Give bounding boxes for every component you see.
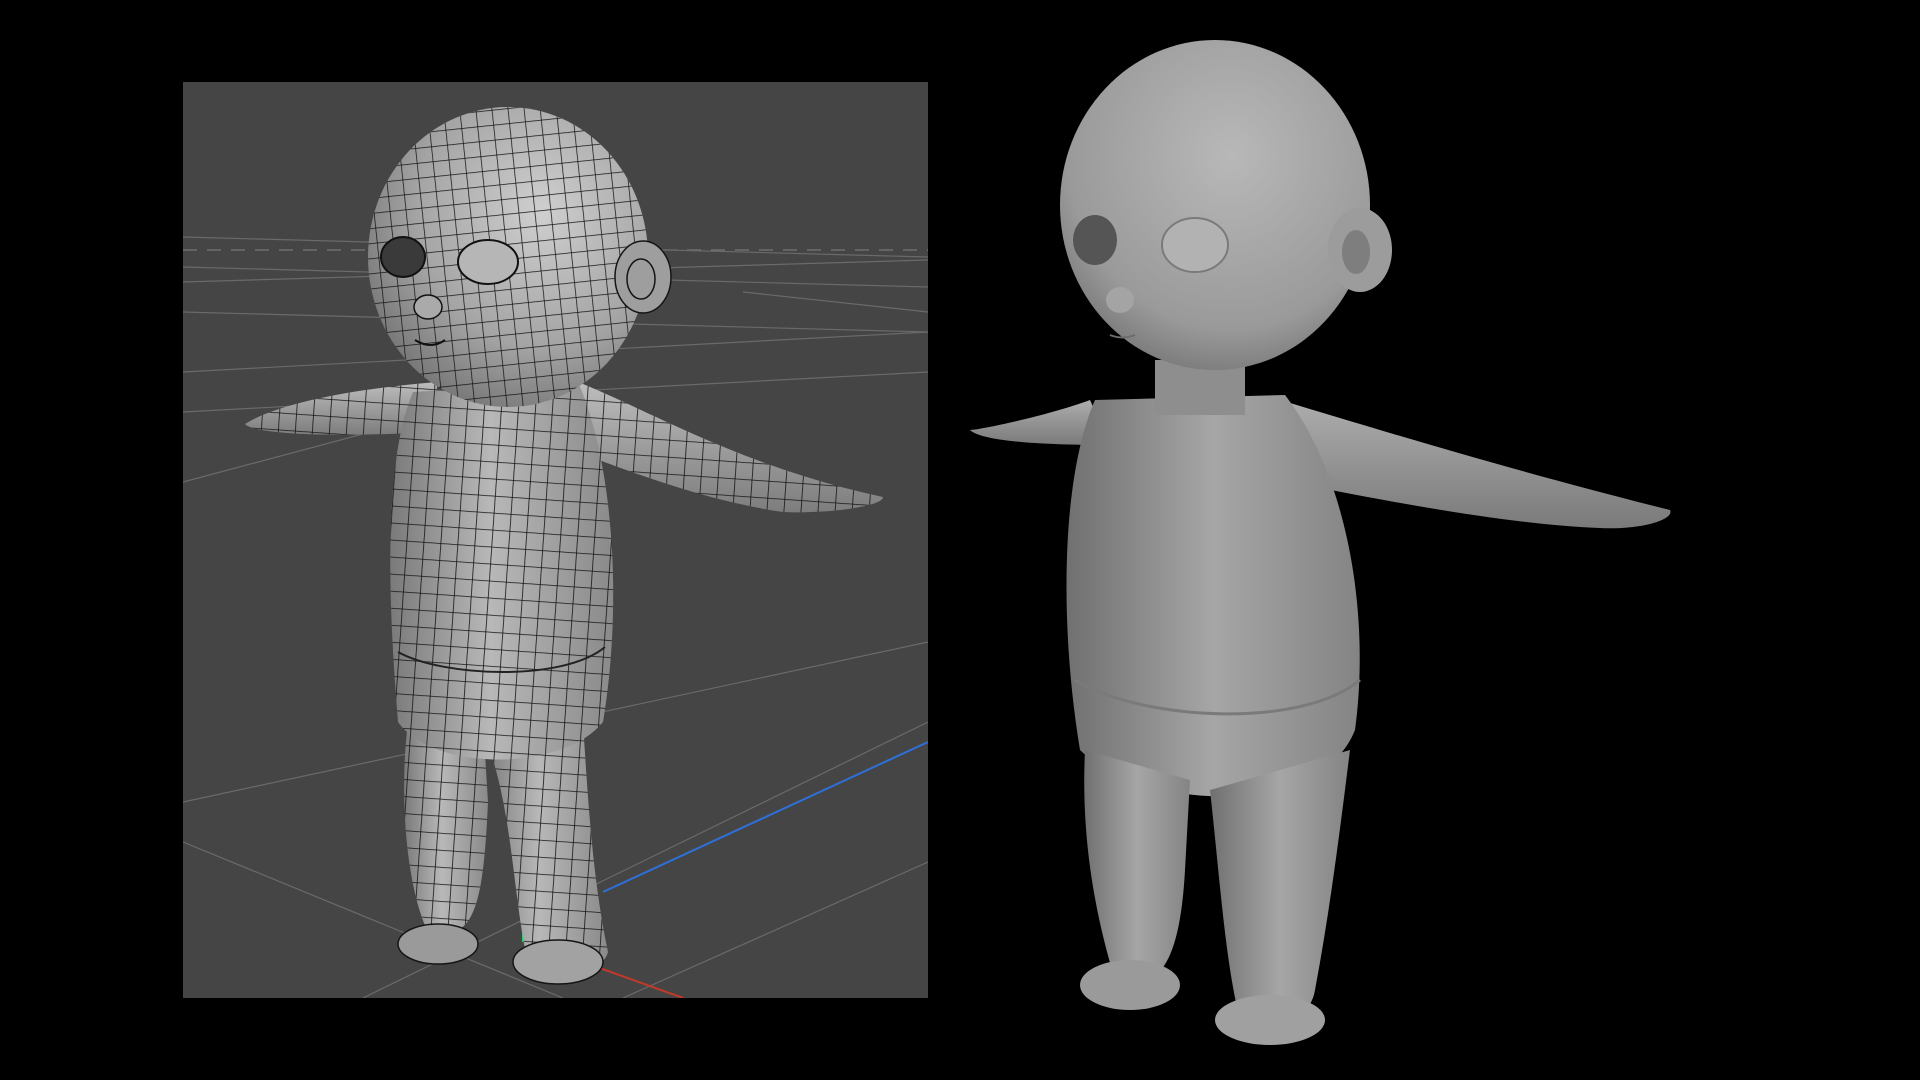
wireframe-viewport[interactable]	[183, 82, 928, 998]
z-axis	[602, 741, 928, 893]
wireframe-character	[245, 107, 883, 985]
smooth-render	[950, 30, 1750, 1070]
viewport-canvas	[183, 107, 928, 998]
render-canvas	[970, 40, 1671, 1045]
scene	[0, 0, 1920, 1080]
smooth-character	[970, 40, 1671, 1045]
